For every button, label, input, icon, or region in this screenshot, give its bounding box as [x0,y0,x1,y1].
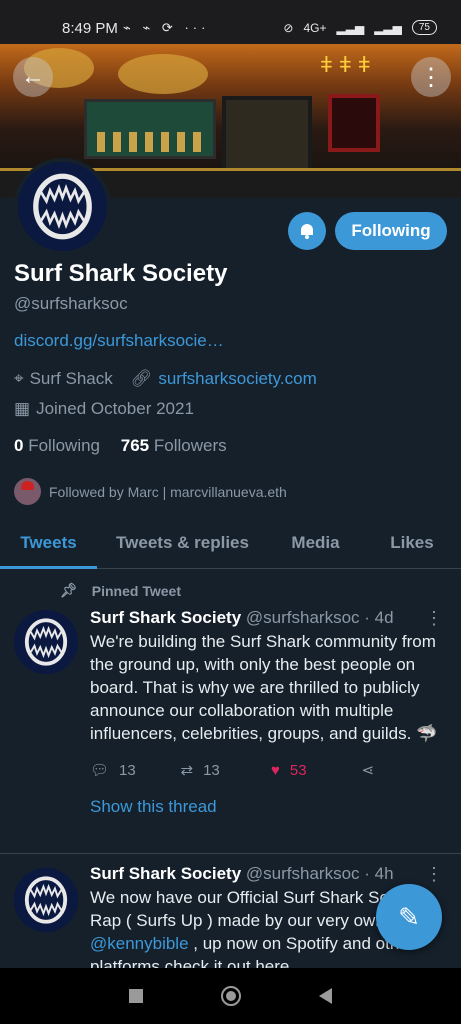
tweet-author-handle: @surfsharksoc [245,608,360,627]
bell-check-icon [301,224,313,239]
banner-shelf [84,99,216,159]
followers-label: Followers [153,436,227,455]
follower-avatar [14,478,41,505]
tweet-time: · 4h [364,864,394,883]
location-icon: ⌖ [14,369,24,388]
battery-indicator: 75 [411,20,437,35]
profile-joined: Joined October 2021 [36,399,194,418]
recents-button[interactable] [129,989,143,1003]
feather-plus-icon: ✎ [398,901,420,932]
followers-stat[interactable]: 765 Followers [121,436,227,455]
network-label: 4G+ [303,20,327,35]
retweet-button[interactable]: ⇄ 13 [180,761,272,780]
tweet-item[interactable]: 📌︎ Pinned Tweet ⋮ Surf Shark Society @su… [0,582,461,854]
tab-media[interactable]: Media [268,517,363,568]
more-vertical-icon: ⋮ [419,63,443,91]
profile-meta-row: ⌖ Surf Shack 🔗︎ surfsharksociety.com [14,369,317,389]
system-navigation-bar [0,968,461,1024]
profile-avatar[interactable] [14,158,111,255]
tweet-text: We're building the Surf Shark community … [90,632,438,743]
back-button[interactable]: ← [13,57,53,97]
status-bar: 8:49 PM ⌁ ⌁ ⟳ ··· ⊘ 4G+ ▂▃▅ ▂▃▅ 75 [0,0,461,44]
profile-stats: 0 Following 765 Followers [14,436,227,456]
like-count: 53 [289,761,307,779]
sync-icon: ⟳ [161,20,177,35]
reply-count: 13 [119,761,136,779]
bio-link[interactable]: discord.gg/surfsharksocie… [14,331,224,351]
following-count: 0 [14,436,24,455]
tweet-mention[interactable]: @kennybible [90,934,189,953]
shark-jaw-icon [14,610,78,674]
following-stat[interactable]: 0 Following [14,436,100,455]
arrow-left-icon: ← [21,63,45,90]
profile-location: Surf Shack [29,369,113,388]
tweet-header: Surf Shark Society @surfsharksoc · 4h [90,864,452,884]
followers-count: 765 [120,436,150,455]
tab-tweets[interactable]: Tweets [0,517,97,569]
tweet-author-name: Surf Shark Society [90,608,242,627]
following-button[interactable]: Following [335,212,447,250]
tweet-text-part: We now have our Official Surf Shark Soci… [90,888,424,930]
profile-name: Surf Shark Society [14,260,228,287]
status-time: 8:49 PM [62,20,118,37]
pin-icon: 📌︎ [60,582,78,598]
tab-tweets-replies[interactable]: Tweets & replies [97,517,268,568]
following-label: Following [28,436,101,455]
banner-picture-frame [328,94,380,152]
banner-lamp [118,54,208,94]
retweet-icon: ⇄ [180,762,194,779]
tab-likes[interactable]: Likes [363,517,461,568]
tweet-actions: 💬︎ 13 ⇄ 13 ♥ 53 ⋖ [90,761,453,780]
reply-button[interactable]: 💬︎ 13 [90,761,181,780]
followed-by[interactable]: Followed by Marc | marcvillanueva.eth [14,478,287,505]
mute-icon: ⊘ [283,20,294,35]
back-nav-button[interactable] [319,988,332,1004]
profile-tabs: Tweets Tweets & replies Media Likes [0,517,461,569]
home-button[interactable] [221,986,241,1006]
signal-icon: ▂▃▅ [336,20,365,35]
more-options-button[interactable]: ⋮ [411,57,451,97]
share-icon: ⋖ [361,762,375,779]
shark-jaw-icon [18,162,107,251]
signal-icon: ▂▃▅ [374,20,402,35]
banner-neon-sign: ǂǂǂ [320,52,377,77]
notification-icons: ⌁ ⌁ ⟳ ··· [123,20,209,36]
calendar-icon: ▦ [14,399,31,418]
more-dots-icon: ··· [184,20,210,35]
tweet-header: Surf Shark Society @surfsharksoc · 4d [90,608,452,628]
show-thread-link[interactable]: Show this thread [90,797,452,817]
tweet-content: Surf Shark Society @surfsharksoc · 4d We… [90,608,452,817]
pinned-label: 📌︎ Pinned Tweet [60,582,181,599]
profile-joined-row: ▦ Joined October 2021 [14,399,194,419]
tweet-avatar[interactable] [14,868,78,932]
reply-icon: 💬︎ [90,762,110,779]
gamepad-icon: ⌁ [123,20,135,35]
profile-website[interactable]: surfsharksociety.com [158,369,316,389]
link-icon: 🔗︎ [130,369,153,388]
tweet-author-handle: @surfsharksoc [245,864,360,883]
notifications-button[interactable] [288,212,326,250]
shark-jaw-icon [14,868,78,932]
tweet-time: · 4d [364,608,394,627]
profile-handle: @surfsharksoc [14,294,128,313]
share-button[interactable]: ⋖ [362,761,453,779]
tweet-avatar[interactable] [14,610,78,674]
like-button[interactable]: ♥ 53 [271,762,362,779]
retweet-count: 13 [203,761,220,779]
followed-by-text: Followed by Marc | marcvillanueva.eth [49,483,287,500]
tweet-author-name: Surf Shark Society [90,864,242,883]
gamepad-icon: ⌁ [142,20,155,35]
pinned-text: Pinned Tweet [91,582,181,599]
compose-tweet-button[interactable]: ✎ [376,884,442,950]
heart-icon: ♥ [271,761,280,779]
